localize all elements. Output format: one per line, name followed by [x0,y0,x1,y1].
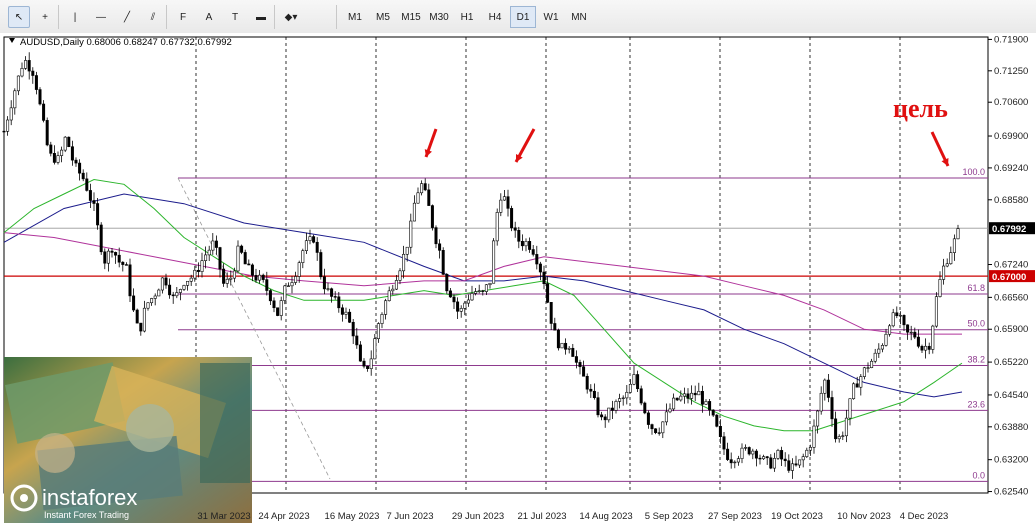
candle [560,342,564,349]
y-tick-label: 0.69900 [994,131,1028,142]
timeframe-d1-button[interactable]: D1 [510,6,536,28]
candle [776,448,780,460]
fib-level-label: 0.0 [972,470,985,480]
cursor-icon[interactable]: ↖ [8,6,30,28]
y-tick-label: 0.64540 [994,390,1028,401]
fib-level-label: 50.0 [967,319,985,329]
chart-area[interactable]: 100.0 61.8 50.0 38.2 23.6 0.0 0.67000 0.67992 0… [0,33,1036,524]
y-tick-label: 0.71250 [994,66,1028,77]
candle [556,328,560,351]
timeframe-w1-button[interactable]: W1 [538,6,564,28]
x-tick-label: 29 Jun 2023 [452,511,504,522]
candle [510,205,514,232]
y-tick-label: 0.65220 [994,357,1028,368]
timeframe-m15-button[interactable]: M15 [398,6,424,28]
crosshair-icon[interactable]: + [34,6,56,28]
x-tick-label: 24 Apr 2023 [258,511,309,522]
x-tick-label: 21 Jul 2023 [517,511,566,522]
candle [445,273,449,294]
x-tick-label: 31 Mar 2023 [197,511,250,522]
timeframe-m1-button[interactable]: M1 [342,6,368,28]
fib-level-label: 100.0 [962,167,985,177]
candle [747,446,751,456]
timeframe-h1-button[interactable]: H1 [454,6,480,28]
y-tick-label: 0.69240 [994,163,1028,174]
y-tick-label: 0.67240 [994,260,1028,271]
text-label-icon[interactable]: T [224,6,246,28]
x-tick-label: 5 Sep 2023 [645,511,694,522]
level-price-label: 0.67000 [992,272,1026,283]
y-tick-label: 0.63200 [994,455,1028,466]
candle [128,258,132,302]
x-tick-label: 27 Sep 2023 [708,511,762,522]
fib-level-label: 23.6 [967,399,985,409]
toolbar-separator [166,5,167,29]
toolbar-separator [58,5,59,29]
candle [319,249,323,280]
candle [931,324,935,354]
watermark-tagline: Instant Forex Trading [44,510,129,520]
x-tick-label: 14 Aug 2023 [579,511,632,522]
candle [45,117,49,147]
candle [492,238,496,284]
toolbar-separator [274,5,275,29]
y-tick-label: 0.63880 [994,422,1028,433]
y-tick-label: 0.65900 [994,324,1028,335]
timeframe-m5-button[interactable]: M5 [370,6,396,28]
x-tick-label: 7 Jun 2023 [386,511,433,522]
candle [852,382,856,400]
x-tick-label: 19 Oct 2023 [771,511,823,522]
candle [639,385,643,406]
timeframe-h4-button[interactable]: H4 [482,6,508,28]
x-tick-label: 16 May 2023 [325,511,380,522]
candle [495,208,499,246]
y-tick-label: 0.62540 [994,487,1028,498]
fib-level-label: 38.2 [967,354,985,364]
candle [643,401,647,415]
candle [441,247,445,276]
candle [135,308,139,324]
candle [38,87,42,106]
vertical-line-icon[interactable]: | [64,6,86,28]
candle [63,135,67,153]
candle [276,307,280,317]
candle [715,413,719,428]
candle [67,136,71,148]
fib-level-label: 61.8 [967,283,985,293]
target-annotation: цель [893,94,948,123]
text-icon[interactable]: A [198,6,220,28]
trendline-icon[interactable]: ╱ [116,6,138,28]
rectangle-icon[interactable]: ▬ [250,6,272,28]
price-chart[interactable]: 100.0 61.8 50.0 38.2 23.6 0.0 0.67000 0.67992 0… [0,33,1036,524]
candle [934,292,938,328]
y-tick-label: 0.68580 [994,195,1028,206]
y-tick-label: 0.71900 [994,34,1028,45]
fibonacci-icon[interactable]: F [172,6,194,28]
toolbar: ↖ + | — ╱ ⫽ F A T ▬ ◆▾ M1 M5 M15 M30 H1 H4 D1 W1 MN [0,0,1036,34]
y-tick-label: 0.66560 [994,292,1028,303]
timeframe-mn-button[interactable]: MN [566,6,592,28]
equidistant-channel-icon[interactable]: ⫽ [142,6,164,28]
current-price-label: 0.67992 [992,224,1026,235]
x-tick-label: 10 Nov 2023 [837,511,891,522]
chart-header: AUDUSD,Daily 0.68006 0.68247 0.67732 0.6… [20,37,232,48]
watermark-brand: instaforex [42,485,137,510]
candle [430,204,434,231]
horizontal-line-icon[interactable]: — [90,6,112,28]
timeframe-m30-button[interactable]: M30 [426,6,452,28]
toolbar-separator [336,5,337,29]
candle [99,222,103,255]
x-tick-label: 4 Dec 2023 [900,511,949,522]
shapes-menu-icon[interactable]: ◆▾ [280,6,302,28]
y-tick-label: 0.70600 [994,97,1028,108]
